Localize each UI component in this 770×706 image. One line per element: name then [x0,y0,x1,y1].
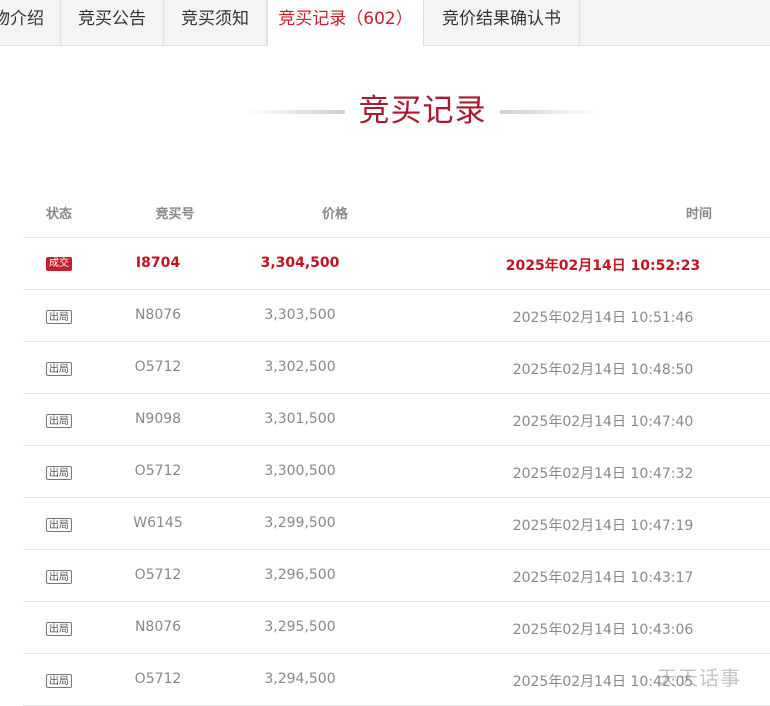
tab-item-intro[interactable]: 物介绍 [0,0,61,45]
tab-auction-notice[interactable]: 竞买公告 [61,0,164,45]
header-time: 时间 [685,207,712,222]
time-cell: 2025年02月14日 10:43:17 [512,570,694,586]
table-body: 成交 I8704 3,304,500 2025年02月14日 10:52:23 出局 N8… [23,238,770,706]
status-badge-out: 出局 [46,518,72,532]
table-row: 成交 I8704 3,304,500 2025年02月14日 10:52:23 [23,238,770,290]
price-cell: 3,303,500 [264,307,336,323]
bid-no-cell: N8076 [134,619,182,635]
bid-no-cell: O5712 [134,359,182,375]
bid-no-cell: W6145 [133,515,183,531]
table-row: 出局 O5712 3,300,500 2025年02月14日 10:47:32 [23,446,770,498]
tab-auction-rules[interactable]: 竞买须知 [164,0,267,45]
price-cell: 3,294,500 [264,671,336,687]
time-cell: 2025年02月14日 10:48:50 [512,362,694,378]
header-status: 状态 [46,207,73,222]
bid-no-cell: O5712 [134,671,182,687]
price-cell: 3,300,500 [264,463,336,479]
status-badge-out: 出局 [46,570,72,584]
status-badge-deal: 成交 [46,257,72,271]
bid-no-cell: N8076 [134,307,182,323]
table-row: 出局 O5712 3,302,500 2025年02月14日 10:48:50 [23,342,770,394]
bid-no-cell: I8704 [135,255,181,271]
price-cell: 3,301,500 [264,411,336,427]
price-cell: 3,302,500 [264,359,336,375]
bid-no-cell: O5712 [134,567,182,583]
bid-no-cell: O5712 [134,463,182,479]
tab-bar: 物介绍 竞买公告 竞买须知 竞买记录（602） 竞价结果确认书 [0,0,770,46]
section-title: 竞买记录 [358,93,487,129]
title-decoration-left [243,110,345,114]
table-row: 出局 N8076 3,303,500 2025年02月14日 10:51:46 [23,290,770,342]
status-badge-out: 出局 [46,310,72,324]
status-badge-out: 出局 [46,362,72,376]
price-cell: 3,299,500 [264,515,336,531]
time-cell: 2025年02月14日 10:47:40 [512,414,694,430]
time-cell: 2025年02月14日 10:52:23 [505,258,701,274]
tab-bid-records[interactable]: 竞买记录（602） [267,0,424,46]
time-cell: 2025年02月14日 10:43:06 [512,622,694,638]
table-row: 出局 O5712 3,296,500 2025年02月14日 10:43:17 [23,550,770,602]
time-cell: 2025年02月14日 10:47:32 [512,466,694,482]
status-badge-out: 出局 [46,466,72,480]
tab-result-confirmation[interactable]: 竞价结果确认书 [424,0,580,45]
bid-records-table: 状态 竞买号 价格 时间 成交 I8704 3,304,500 2025年02月14日… [23,185,770,706]
status-badge-out: 出局 [46,414,72,428]
time-cell: 2025年02月14日 10:51:46 [512,310,694,326]
status-badge-out: 出局 [46,674,72,688]
price-cell: 3,295,500 [264,619,336,635]
header-bid-no: 竞买号 [155,207,195,222]
table-row: 出局 N8076 3,295,500 2025年02月14日 10:43:06 [23,602,770,654]
header-price: 价格 [321,207,348,222]
status-badge-out: 出局 [46,622,72,636]
price-cell: 3,296,500 [264,567,336,583]
price-cell: 3,304,500 [260,255,340,271]
table-header: 状态 竞买号 价格 时间 [23,185,770,238]
table-row: 出局 N9098 3,301,500 2025年02月14日 10:47:40 [23,394,770,446]
watermark: 天天话事 [657,666,741,690]
table-row: 出局 W6145 3,299,500 2025年02月14日 10:47:19 [23,498,770,550]
time-cell: 2025年02月14日 10:47:19 [512,518,694,534]
title-decoration-right [500,110,602,114]
bid-no-cell: N9098 [134,411,182,427]
